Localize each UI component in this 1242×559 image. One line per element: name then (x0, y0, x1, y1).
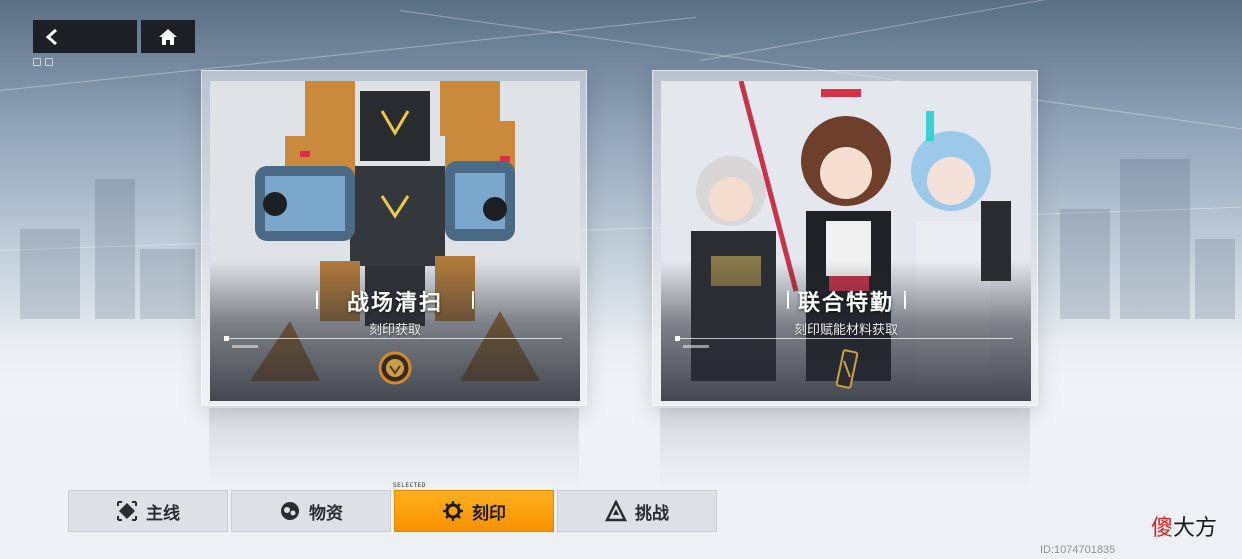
card-reflection (660, 408, 1030, 488)
tab-mainline[interactable]: 主线 (68, 490, 228, 532)
tab-label: 挑战 (635, 503, 669, 524)
player-id: ID:1074701835 (1040, 544, 1116, 556)
watermark: 傻大方 (1151, 516, 1218, 541)
home-button[interactable] (141, 20, 195, 53)
back-button[interactable] (33, 20, 137, 53)
tab-label: 主线 (146, 503, 180, 524)
card-title: 战场清扫 (346, 291, 443, 316)
mainline-icon (117, 501, 137, 521)
tab-label: 刻印 (472, 503, 506, 524)
selected-tag: SELECTED (393, 482, 426, 489)
joint-duty-card[interactable]: 联合特勤 刻印赋能材料获取 (652, 70, 1038, 406)
card-reflection (209, 408, 579, 488)
tab-challenge[interactable]: 挑战 (557, 490, 717, 532)
tab-label: 物资 (309, 503, 343, 524)
challenge-icon (605, 500, 627, 522)
tab-supplies[interactable]: 物资 (231, 490, 391, 532)
background-scene (0, 0, 1242, 559)
battlefield-sweep-card[interactable]: 战场清扫 刻印获取 (201, 70, 587, 406)
mode-tabs: 主线 物资 刻印 挑战 (68, 490, 717, 532)
decor-squares (33, 58, 53, 66)
card-subtitle: 刻印获取 (368, 323, 421, 338)
lion-emblem-icon (378, 351, 412, 385)
chevron-left-icon (45, 28, 57, 45)
tab-engraving[interactable]: 刻印 (394, 490, 554, 532)
supplies-icon (281, 502, 299, 520)
home-icon (159, 28, 177, 45)
chip-item-icon (836, 349, 858, 389)
card-title: 联合特勤 (797, 291, 894, 316)
engraving-gear-icon (443, 501, 463, 521)
card-subtitle: 刻印赋能材料获取 (793, 323, 898, 338)
